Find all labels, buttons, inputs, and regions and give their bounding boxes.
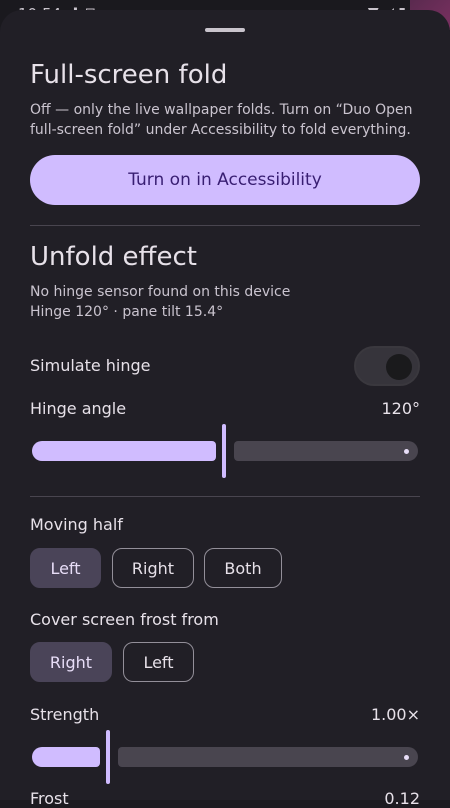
turn-on-accessibility-button[interactable]: Turn on in Accessibility bbox=[30, 155, 420, 205]
strength-stop-dot bbox=[404, 755, 409, 760]
moving-half-left-chip[interactable]: Left bbox=[30, 548, 101, 588]
drag-handle[interactable] bbox=[205, 28, 245, 32]
fold-title: Full-screen fold bbox=[30, 60, 228, 90]
hinge-angle-stop-dot bbox=[404, 449, 409, 454]
moving-half-right-chip[interactable]: Right bbox=[112, 548, 194, 588]
fold-description: Off — only the live wallpaper folds. Tur… bbox=[30, 102, 413, 138]
hinge-info-text: Hinge 120° · pane tilt 15.4° bbox=[30, 304, 224, 320]
hinge-angle-value: 120° bbox=[381, 399, 420, 418]
cover-frost-right-chip[interactable]: Right bbox=[30, 642, 112, 682]
strength-fill bbox=[32, 747, 100, 767]
cover-frost-label: Cover screen frost from bbox=[30, 610, 219, 629]
hinge-angle-track bbox=[234, 441, 418, 461]
moving-half-both-chip[interactable]: Both bbox=[204, 548, 282, 588]
frost-value: 0.12 bbox=[384, 789, 420, 808]
hinge-angle-handle[interactable] bbox=[222, 424, 226, 478]
strength-track bbox=[118, 747, 418, 767]
strength-label: Strength bbox=[30, 705, 100, 724]
section-divider bbox=[30, 496, 420, 497]
hinge-angle-slider[interactable] bbox=[30, 424, 420, 478]
strength-value: 1.00× bbox=[370, 705, 420, 724]
strength-slider[interactable] bbox=[30, 730, 420, 784]
simulate-hinge-label: Simulate hinge bbox=[30, 356, 151, 375]
simulate-hinge-switch[interactable] bbox=[354, 346, 420, 386]
section-divider bbox=[30, 225, 420, 226]
sensor-status-text: No hinge sensor found on this device bbox=[30, 284, 291, 300]
moving-half-label: Moving half bbox=[30, 515, 123, 534]
strength-handle[interactable] bbox=[106, 730, 110, 784]
hinge-angle-fill bbox=[32, 441, 216, 461]
frost-label: Frost bbox=[30, 789, 69, 808]
cover-frost-left-chip[interactable]: Left bbox=[123, 642, 194, 682]
switch-thumb bbox=[386, 354, 412, 380]
unfold-title: Unfold effect bbox=[30, 242, 197, 272]
hinge-angle-label: Hinge angle bbox=[30, 399, 127, 418]
